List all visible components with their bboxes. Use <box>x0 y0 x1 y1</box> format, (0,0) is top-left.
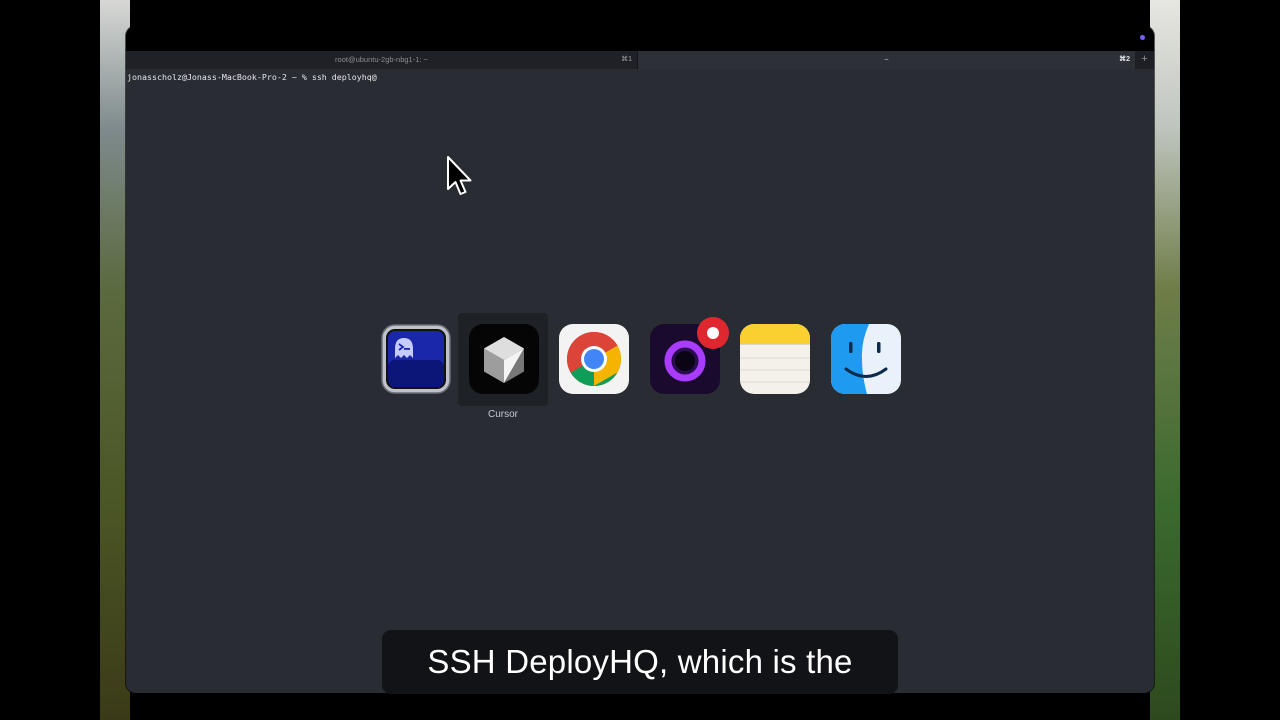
terminal-prompt-line[interactable]: jonasscholz@Jonass-MacBook-Pro-2 ~ % ssh… <box>127 72 377 82</box>
notes-icon <box>740 324 810 394</box>
chrome-icon <box>559 324 629 394</box>
tab-bar: root@ubuntu-2gb-nbg1-1: ~ ⌘1 ~ ⌘2 + <box>126 51 1154 69</box>
tab-shortcut: ⌘2 <box>1119 56 1130 63</box>
app-switcher-item-chrome[interactable] <box>548 313 638 406</box>
app-switcher-label: Cursor <box>487 409 518 420</box>
app-switcher-item-ghostty[interactable] <box>370 313 460 406</box>
app-switcher: Cursor <box>370 313 910 423</box>
notification-badge-icon <box>697 317 729 349</box>
tab-title: ~ <box>884 55 889 64</box>
app-switcher-item-recorder[interactable] <box>639 313 729 406</box>
window-titlebar[interactable] <box>126 26 1154 51</box>
app-switcher-item-notes[interactable] <box>729 313 819 406</box>
new-tab-button[interactable]: + <box>1135 51 1154 69</box>
tab-shortcut: ⌘1 <box>621 56 632 63</box>
app-switcher-item-cursor[interactable]: Cursor <box>458 313 548 420</box>
mouse-pointer-icon <box>447 156 472 195</box>
ghostty-terminal-icon <box>381 324 451 394</box>
app-switcher-item-finder[interactable] <box>820 313 910 406</box>
cursor-app-icon <box>469 324 539 394</box>
tab-local-session[interactable]: ~ ⌘2 <box>638 51 1135 69</box>
tab-remote-session[interactable]: root@ubuntu-2gb-nbg1-1: ~ ⌘1 <box>126 51 638 69</box>
finder-icon <box>831 324 901 394</box>
desktop-wallpaper-right <box>1150 0 1180 720</box>
status-dot-icon <box>1140 35 1145 40</box>
tab-title: root@ubuntu-2gb-nbg1-1: ~ <box>335 55 428 64</box>
video-subtitle: SSH DeployHQ, which is the <box>382 630 898 694</box>
